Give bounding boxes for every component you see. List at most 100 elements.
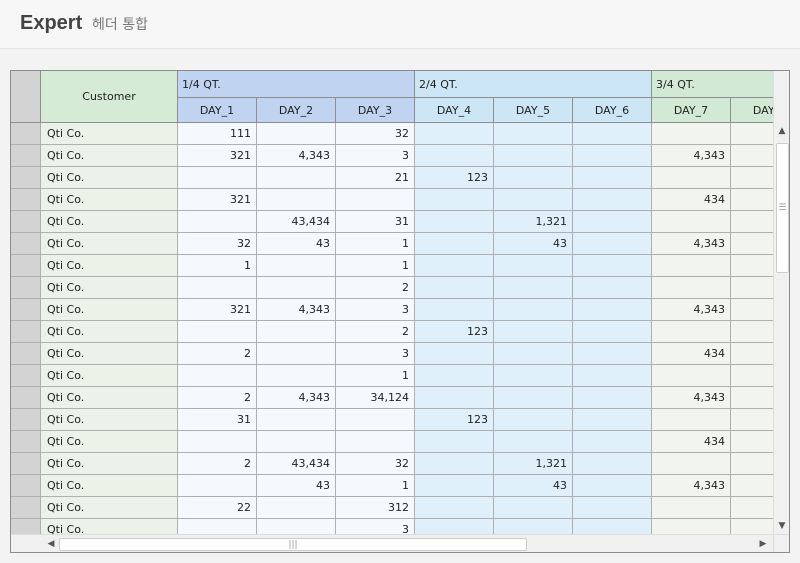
- cell-day-1[interactable]: [178, 431, 257, 453]
- cell-customer[interactable]: Qti Co.: [41, 365, 178, 387]
- cell-day-6[interactable]: [573, 387, 652, 409]
- cell-day-4[interactable]: [415, 211, 494, 233]
- table-row[interactable]: Qti Co. 321 4,343 3 4,343: [11, 299, 789, 321]
- row-indicator[interactable]: [11, 431, 41, 453]
- row-indicator[interactable]: [11, 123, 41, 145]
- cell-day-7[interactable]: [652, 167, 731, 189]
- row-indicator[interactable]: [11, 343, 41, 365]
- table-row[interactable]: Qti Co. 1: [11, 365, 789, 387]
- cell-customer[interactable]: Qti Co.: [41, 387, 178, 409]
- row-indicator[interactable]: [11, 277, 41, 299]
- cell-day-7[interactable]: 434: [652, 189, 731, 211]
- cell-day-3[interactable]: 312: [336, 497, 415, 519]
- row-indicator[interactable]: [11, 255, 41, 277]
- cell-day-6[interactable]: [573, 497, 652, 519]
- column-header-day-7[interactable]: DAY_7: [652, 98, 731, 123]
- cell-customer[interactable]: Qti Co.: [41, 255, 178, 277]
- row-indicator[interactable]: [11, 453, 41, 475]
- cell-day-6[interactable]: [573, 299, 652, 321]
- cell-day-4[interactable]: [415, 299, 494, 321]
- row-indicator[interactable]: [11, 475, 41, 497]
- table-row[interactable]: Qti Co. 434: [11, 431, 789, 453]
- cell-day-2[interactable]: [257, 409, 336, 431]
- cell-day-1[interactable]: 1: [178, 255, 257, 277]
- cell-customer[interactable]: Qti Co.: [41, 233, 178, 255]
- cell-day-6[interactable]: [573, 255, 652, 277]
- table-row[interactable]: Qti Co. 31 123: [11, 409, 789, 431]
- cell-day-5[interactable]: [494, 387, 573, 409]
- cell-day-7[interactable]: [652, 123, 731, 145]
- row-indicator[interactable]: [11, 189, 41, 211]
- cell-day-6[interactable]: [573, 321, 652, 343]
- table-row[interactable]: Qti Co. 111 32: [11, 123, 789, 145]
- cell-day-7[interactable]: [652, 277, 731, 299]
- cell-day-6[interactable]: [573, 277, 652, 299]
- cell-day-2[interactable]: [257, 123, 336, 145]
- cell-day-6[interactable]: [573, 431, 652, 453]
- cell-day-2[interactable]: [257, 321, 336, 343]
- cell-day-6[interactable]: [573, 189, 652, 211]
- cell-day-6[interactable]: [573, 167, 652, 189]
- cell-day-5[interactable]: [494, 431, 573, 453]
- cell-day-3[interactable]: [336, 189, 415, 211]
- column-header-customer[interactable]: Customer: [41, 71, 178, 123]
- horizontal-scroll-thumb[interactable]: |||: [59, 538, 527, 551]
- cell-day-4[interactable]: [415, 365, 494, 387]
- data-grid[interactable]: Customer 1/4 QT. 2/4 QT. 3/4 QT. DAY_1 DAY_2 D…: [10, 70, 790, 553]
- cell-day-3[interactable]: 32: [336, 453, 415, 475]
- cell-day-4[interactable]: [415, 387, 494, 409]
- cell-day-5[interactable]: [494, 277, 573, 299]
- cell-day-5[interactable]: 43: [494, 475, 573, 497]
- column-header-day-4[interactable]: DAY_4: [415, 98, 494, 123]
- table-row[interactable]: Qti Co. 22 312: [11, 497, 789, 519]
- cell-day-1[interactable]: [178, 321, 257, 343]
- cell-customer[interactable]: Qti Co.: [41, 321, 178, 343]
- cell-day-3[interactable]: 32: [336, 123, 415, 145]
- scroll-right-icon[interactable]: ▶: [755, 535, 771, 552]
- cell-day-3[interactable]: 2: [336, 277, 415, 299]
- cell-day-2[interactable]: [257, 277, 336, 299]
- cell-day-2[interactable]: [257, 343, 336, 365]
- cell-day-7[interactable]: [652, 255, 731, 277]
- cell-day-4[interactable]: [415, 453, 494, 475]
- cell-day-3[interactable]: 3: [336, 343, 415, 365]
- cell-day-5[interactable]: [494, 189, 573, 211]
- cell-day-7[interactable]: 4,343: [652, 233, 731, 255]
- cell-day-2[interactable]: 4,343: [257, 145, 336, 167]
- cell-day-1[interactable]: 321: [178, 189, 257, 211]
- cell-day-1[interactable]: [178, 211, 257, 233]
- column-header-day-2[interactable]: DAY_2: [257, 98, 336, 123]
- table-row[interactable]: Qti Co. 43 1 43 4,343: [11, 475, 789, 497]
- row-indicator[interactable]: [11, 409, 41, 431]
- row-indicator[interactable]: [11, 211, 41, 233]
- row-indicator[interactable]: [11, 387, 41, 409]
- table-row[interactable]: Qti Co. 321 4,343 3 4,343: [11, 145, 789, 167]
- cell-customer[interactable]: Qti Co.: [41, 211, 178, 233]
- cell-day-5[interactable]: [494, 497, 573, 519]
- vertical-scrollbar[interactable]: ▲ ☰ ▼: [773, 123, 789, 534]
- table-row[interactable]: Qti Co. 32 43 1 43 4,343: [11, 233, 789, 255]
- column-header-day-1[interactable]: DAY_1: [178, 98, 257, 123]
- table-row[interactable]: Qti Co. 43,434 31 1,321: [11, 211, 789, 233]
- cell-day-2[interactable]: 43: [257, 475, 336, 497]
- table-row[interactable]: Qti Co. 2 3 434: [11, 343, 789, 365]
- cell-day-4[interactable]: [415, 145, 494, 167]
- cell-day-7[interactable]: 434: [652, 343, 731, 365]
- cell-day-5[interactable]: [494, 167, 573, 189]
- cell-day-1[interactable]: 2: [178, 453, 257, 475]
- scroll-left-icon[interactable]: ◀: [43, 535, 59, 552]
- cell-day-5[interactable]: 1,321: [494, 211, 573, 233]
- cell-day-7[interactable]: 4,343: [652, 145, 731, 167]
- cell-day-5[interactable]: [494, 343, 573, 365]
- row-indicator[interactable]: [11, 321, 41, 343]
- cell-day-5[interactable]: [494, 255, 573, 277]
- row-indicator[interactable]: [11, 497, 41, 519]
- cell-day-7[interactable]: 4,343: [652, 475, 731, 497]
- cell-day-3[interactable]: [336, 409, 415, 431]
- cell-day-2[interactable]: [257, 497, 336, 519]
- cell-day-5[interactable]: [494, 365, 573, 387]
- cell-customer[interactable]: Qti Co.: [41, 453, 178, 475]
- cell-day-1[interactable]: 111: [178, 123, 257, 145]
- cell-day-3[interactable]: 1: [336, 233, 415, 255]
- cell-day-2[interactable]: [257, 431, 336, 453]
